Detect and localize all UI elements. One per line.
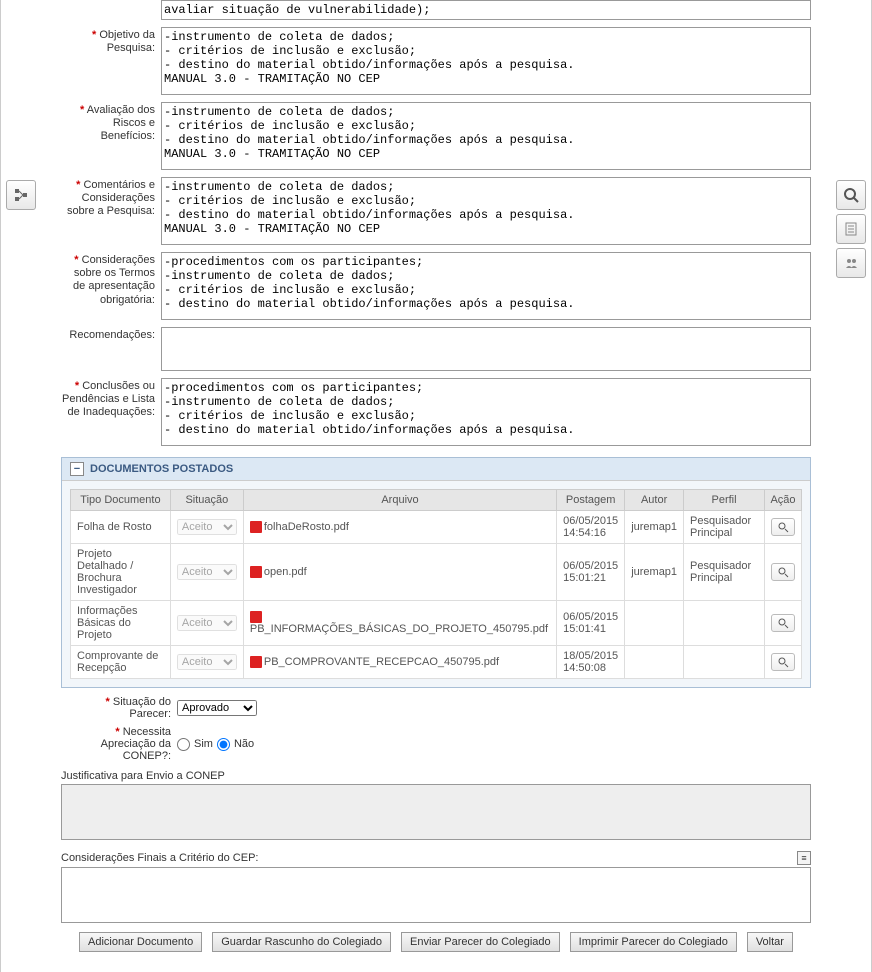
th-acao: Ação bbox=[764, 490, 801, 511]
magnifier-icon bbox=[777, 656, 789, 668]
objetivo-textarea[interactable] bbox=[161, 27, 811, 95]
list-icon[interactable]: ≡ bbox=[797, 851, 811, 865]
magnifier-icon bbox=[777, 617, 789, 629]
left-side-tab[interactable] bbox=[6, 180, 36, 210]
th-tipo: Tipo Documento bbox=[71, 490, 171, 511]
cell-tipo: Folha de Rosto bbox=[71, 511, 171, 544]
right-side-tabs bbox=[836, 180, 866, 278]
cell-perfil: Pesquisador Principal bbox=[684, 511, 765, 544]
table-row: Informações Básicas do Projeto Aceito PB_I… bbox=[71, 601, 802, 646]
documentos-panel: − DOCUMENTOS POSTADOS Tipo Documento Sit… bbox=[61, 457, 811, 688]
magnifier-tab[interactable] bbox=[836, 180, 866, 210]
th-postagem: Postagem bbox=[557, 490, 625, 511]
cell-arquivo: folhaDeRosto.pdf bbox=[243, 511, 556, 544]
conclusoes-textarea[interactable] bbox=[161, 378, 811, 446]
situacao-select[interactable]: Aceito bbox=[177, 564, 237, 580]
cell-postagem: 18/05/201514:50:08 bbox=[557, 646, 625, 679]
cell-autor: juremap1 bbox=[625, 511, 684, 544]
cell-postagem: 06/05/201515:01:41 bbox=[557, 601, 625, 646]
recomendacoes-textarea[interactable] bbox=[161, 327, 811, 371]
nao-label: Não bbox=[234, 738, 254, 750]
tree-icon bbox=[13, 187, 29, 203]
people-icon bbox=[843, 255, 859, 271]
cell-perfil: Pesquisador Principal bbox=[684, 544, 765, 601]
table-row: Comprovante de Recepção Aceito PB_COMPROVA… bbox=[71, 646, 802, 679]
conep-sim-radio[interactable] bbox=[177, 738, 190, 751]
document-icon bbox=[843, 221, 859, 237]
intro-textarea[interactable] bbox=[161, 0, 811, 20]
situacao-select[interactable]: Aceito bbox=[177, 615, 237, 631]
adicionar-documento-button[interactable]: Adicionar Documento bbox=[79, 932, 202, 952]
conclusoes-label: * Conclusões ou Pendências e Lista de In… bbox=[61, 378, 161, 420]
magnifier-icon bbox=[777, 566, 789, 578]
termos-textarea[interactable] bbox=[161, 252, 811, 320]
cell-autor: juremap1 bbox=[625, 544, 684, 601]
document-tab[interactable] bbox=[836, 214, 866, 244]
imprimir-parecer-button[interactable]: Imprimir Parecer do Colegiado bbox=[570, 932, 737, 952]
pdf-icon bbox=[250, 611, 262, 623]
cell-tipo: Informações Básicas do Projeto bbox=[71, 601, 171, 646]
cell-autor bbox=[625, 601, 684, 646]
cell-autor bbox=[625, 646, 684, 679]
justificativa-label: Justificativa para Envio a CONEP bbox=[61, 770, 811, 782]
th-situacao: Situação bbox=[170, 490, 243, 511]
termos-label: * Considerações sobre os Termos de apres… bbox=[61, 252, 161, 307]
th-arquivo: Arquivo bbox=[243, 490, 556, 511]
th-perfil: Perfil bbox=[684, 490, 765, 511]
voltar-button[interactable]: Voltar bbox=[747, 932, 793, 952]
cell-tipo: Projeto Detalhado / Brochura Investigado… bbox=[71, 544, 171, 601]
consideracoes-finais-textarea[interactable] bbox=[61, 867, 811, 923]
situacao-select[interactable]: Aceito bbox=[177, 654, 237, 670]
justificativa-textarea[interactable] bbox=[61, 784, 811, 840]
table-row: Projeto Detalhado / Brochura Investigado… bbox=[71, 544, 802, 601]
avaliacao-label: * Avaliação dos Riscos e Benefícios: ≡ ⤢ bbox=[61, 102, 161, 144]
cell-arquivo: PB_INFORMAÇÕES_BÁSICAS_DO_PROJETO_450795… bbox=[243, 601, 556, 646]
objetivo-label: * Objetivo da Pesquisa: ≡ ⤢ bbox=[61, 27, 161, 55]
table-row: Folha de Rosto Aceito folhaDeRosto.pdf06/0… bbox=[71, 511, 802, 544]
cell-tipo: Comprovante de Recepção bbox=[71, 646, 171, 679]
guardar-rascunho-button[interactable]: Guardar Rascunho do Colegiado bbox=[212, 932, 391, 952]
view-action-button[interactable] bbox=[771, 614, 795, 632]
people-tab[interactable] bbox=[836, 248, 866, 278]
cell-arquivo: PB_COMPROVANTE_RECEPCAO_450795.pdf bbox=[243, 646, 556, 679]
consideracoes-finais-label: Considerações Finais a Critério do CEP: bbox=[61, 852, 258, 864]
situacao-parecer-label: * Situação do Parecer: bbox=[61, 696, 171, 720]
situacao-parecer-select[interactable]: Aprovado bbox=[177, 700, 257, 716]
conep-label: * Necessita Apreciação da CONEP?: bbox=[61, 726, 171, 762]
pdf-icon bbox=[250, 566, 262, 578]
comentarios-label: * Comentários e Considerações sobre a Pe… bbox=[61, 177, 161, 219]
magnifier-icon bbox=[843, 187, 859, 203]
documentos-table: Tipo Documento Situação Arquivo Postagem… bbox=[70, 489, 802, 679]
cell-postagem: 06/05/201515:01:21 bbox=[557, 544, 625, 601]
recomendacoes-label: Recomendações: ≡ ⤢ bbox=[61, 327, 161, 342]
view-action-button[interactable] bbox=[771, 653, 795, 671]
situacao-select[interactable]: Aceito bbox=[177, 519, 237, 535]
pdf-icon bbox=[250, 521, 262, 533]
panel-title: DOCUMENTOS POSTADOS bbox=[90, 463, 233, 475]
collapse-button[interactable]: − bbox=[70, 462, 84, 476]
th-autor: Autor bbox=[625, 490, 684, 511]
pdf-icon bbox=[250, 656, 262, 668]
cell-postagem: 06/05/201514:54:16 bbox=[557, 511, 625, 544]
conep-nao-radio[interactable] bbox=[217, 738, 230, 751]
cell-arquivo: open.pdf bbox=[243, 544, 556, 601]
view-action-button[interactable] bbox=[771, 563, 795, 581]
magnifier-icon bbox=[777, 521, 789, 533]
view-action-button[interactable] bbox=[771, 518, 795, 536]
enviar-parecer-button[interactable]: Enviar Parecer do Colegiado bbox=[401, 932, 560, 952]
cell-perfil bbox=[684, 646, 765, 679]
comentarios-textarea[interactable] bbox=[161, 177, 811, 245]
cell-perfil bbox=[684, 601, 765, 646]
avaliacao-textarea[interactable] bbox=[161, 102, 811, 170]
sim-label: Sim bbox=[194, 738, 213, 750]
